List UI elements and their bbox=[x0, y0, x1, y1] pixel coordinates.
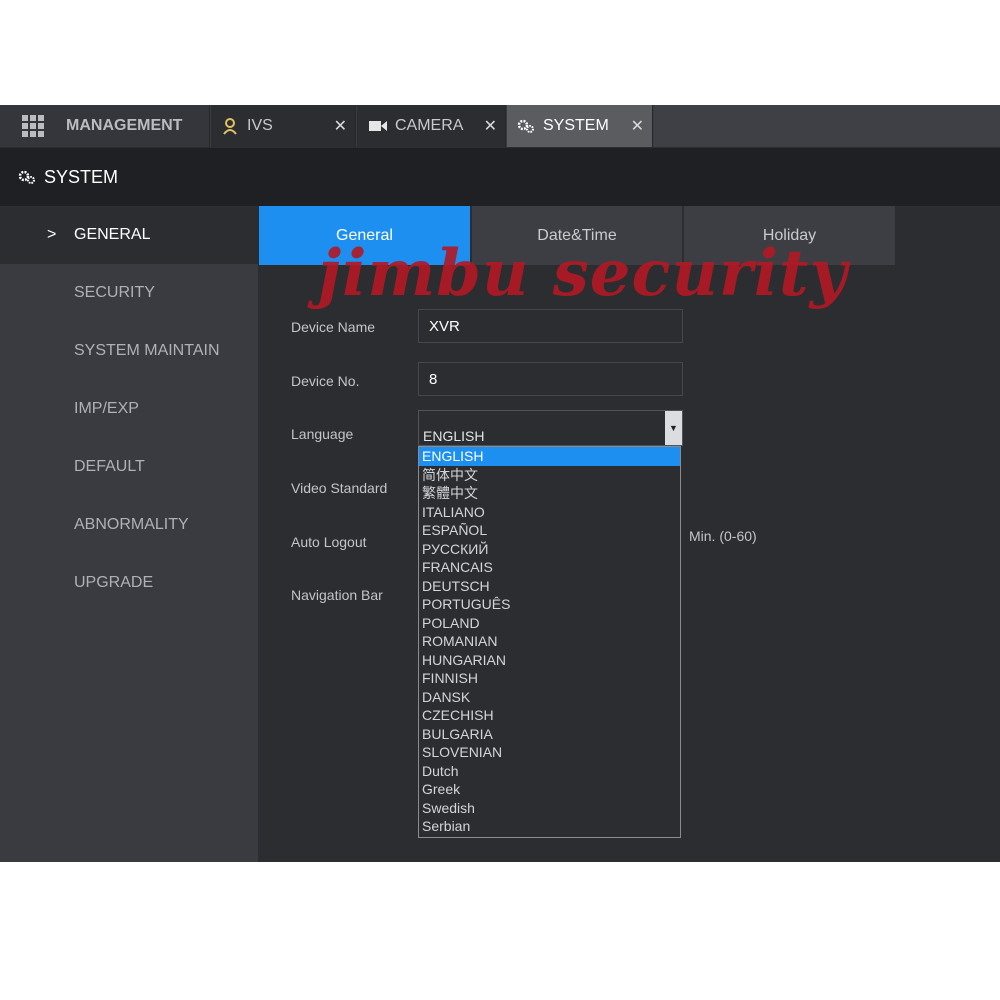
camera-icon bbox=[369, 121, 387, 131]
grid-icon bbox=[22, 115, 44, 137]
language-option[interactable]: 简体中文 bbox=[419, 466, 680, 485]
device-no-label: Device No. bbox=[291, 373, 360, 389]
top-tab-bar: MANAGEMENT IVS ✕ CAMERA ✕ SYSTEM ✕ bbox=[0, 105, 1000, 147]
language-select[interactable]: ENGLISH ▼ bbox=[418, 410, 683, 446]
dropdown-arrow-icon[interactable]: ▼ bbox=[665, 411, 682, 445]
tab-camera[interactable]: CAMERA ✕ bbox=[357, 105, 506, 147]
tab-ivs-label: IVS bbox=[247, 117, 273, 134]
sidebar-item-label: UPGRADE bbox=[74, 574, 154, 591]
language-option[interactable]: FRANCAIS bbox=[419, 558, 680, 577]
watermark-text: jimbu security bbox=[318, 236, 848, 311]
tab-camera-label: CAMERA bbox=[395, 117, 464, 134]
sidebar-item-system-maintain[interactable]: SYSTEM MAINTAIN bbox=[0, 322, 258, 380]
sidebar-item-imp-exp[interactable]: IMP/EXP bbox=[0, 380, 258, 438]
tab-system-label: SYSTEM bbox=[543, 117, 609, 134]
sidebar-item-label: SECURITY bbox=[74, 284, 155, 301]
close-icon[interactable]: ✕ bbox=[484, 116, 497, 136]
language-option[interactable]: Serbian bbox=[419, 817, 680, 836]
language-option[interactable]: Swedish bbox=[419, 799, 680, 818]
sidebar-item-default[interactable]: DEFAULT bbox=[0, 438, 258, 496]
page-title: SYSTEM bbox=[44, 166, 119, 187]
gear-icon bbox=[18, 170, 35, 184]
navigation-bar-label: Navigation Bar bbox=[291, 587, 383, 603]
language-label: Language bbox=[291, 426, 354, 442]
language-option[interactable]: ROMANIAN bbox=[419, 632, 680, 651]
sidebar-item-general[interactable]: > GENERAL bbox=[0, 206, 258, 264]
sidebar: > GENERAL SECURITY SYSTEM MAINTAIN IMP/E… bbox=[0, 206, 258, 862]
tab-ivs[interactable]: IVS ✕ bbox=[211, 105, 356, 147]
auto-logout-unit: Min. (0-60) bbox=[689, 528, 757, 544]
sidebar-item-label: DEFAULT bbox=[74, 458, 145, 475]
language-option[interactable]: BULGARIA bbox=[419, 725, 680, 744]
language-option[interactable]: 繁體中文 bbox=[419, 484, 680, 503]
gear-icon bbox=[517, 119, 534, 133]
language-option[interactable]: CZECHISH bbox=[419, 706, 680, 725]
tab-management[interactable]: MANAGEMENT bbox=[0, 105, 210, 147]
language-option[interactable]: DANSK bbox=[419, 688, 680, 707]
language-dropdown-list: ENGLISH 简体中文 繁體中文 ITALIANO ESPAÑOL РУССК… bbox=[418, 446, 681, 838]
close-icon[interactable]: ✕ bbox=[334, 116, 347, 136]
sidebar-item-label: ABNORMALITY bbox=[74, 516, 189, 533]
app-window: MANAGEMENT IVS ✕ CAMERA ✕ SYSTEM ✕ SYSTE… bbox=[0, 105, 1000, 862]
device-no-field[interactable]: 8 bbox=[418, 362, 683, 396]
language-select-value: ENGLISH bbox=[423, 428, 485, 444]
sidebar-item-abnormality[interactable]: ABNORMALITY bbox=[0, 496, 258, 554]
language-option-english[interactable]: ENGLISH bbox=[419, 447, 680, 466]
language-option[interactable]: Dutch bbox=[419, 762, 680, 781]
sidebar-item-label: IMP/EXP bbox=[74, 400, 139, 417]
language-option[interactable]: POLAND bbox=[419, 614, 680, 633]
language-option[interactable]: ITALIANO bbox=[419, 503, 680, 522]
chevron-right-icon: > bbox=[47, 226, 57, 243]
language-option[interactable]: FINNISH bbox=[419, 669, 680, 688]
auto-logout-label: Auto Logout bbox=[291, 534, 367, 550]
sidebar-item-label: GENERAL bbox=[74, 226, 151, 243]
language-option[interactable]: DEUTSCH bbox=[419, 577, 680, 596]
language-option[interactable]: SLOVENIAN bbox=[419, 743, 680, 762]
ivs-person-icon bbox=[223, 118, 237, 135]
language-option[interactable]: PORTUGUÊS bbox=[419, 595, 680, 614]
tab-system[interactable]: SYSTEM ✕ bbox=[507, 105, 653, 147]
sidebar-item-label: SYSTEM MAINTAIN bbox=[74, 342, 220, 359]
device-name-field[interactable]: XVR bbox=[418, 309, 683, 343]
close-icon[interactable]: ✕ bbox=[631, 116, 644, 136]
sidebar-item-security[interactable]: SECURITY bbox=[0, 264, 258, 322]
language-option[interactable]: Greek bbox=[419, 780, 680, 799]
device-name-label: Device Name bbox=[291, 319, 376, 335]
tab-management-label: MANAGEMENT bbox=[66, 117, 183, 134]
video-standard-label: Video Standard bbox=[291, 480, 388, 496]
system-header: SYSTEM bbox=[0, 148, 1000, 206]
language-option[interactable]: РУССКИЙ bbox=[419, 540, 680, 559]
language-option[interactable]: ESPAÑOL bbox=[419, 521, 680, 540]
language-option[interactable]: HUNGARIAN bbox=[419, 651, 680, 670]
tab-bar-filler bbox=[654, 105, 1000, 147]
sidebar-item-upgrade[interactable]: UPGRADE bbox=[0, 554, 258, 612]
